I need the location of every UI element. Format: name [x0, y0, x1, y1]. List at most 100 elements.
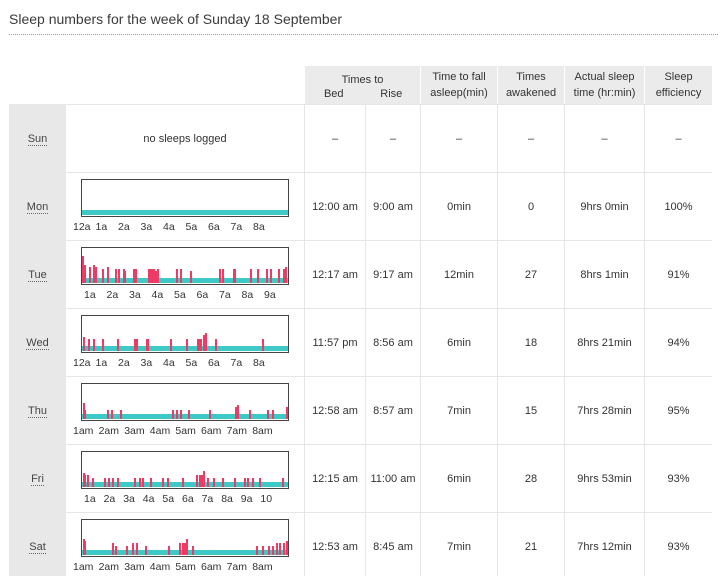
time-to-fall-asleep-cell: 0min [420, 172, 498, 240]
axis-tick-label: 1am [73, 424, 94, 437]
times-awakened-cell: – [497, 104, 565, 172]
header-blank [9, 66, 304, 104]
awake-tick [268, 545, 270, 555]
axis-tick-label: 4am [149, 424, 171, 437]
axis-tick-label: 9a [264, 288, 276, 301]
awake-tick [256, 545, 258, 555]
awake-tick [180, 409, 182, 419]
sleep-chart[interactable]: 12a 1a 2a 3a 4a 5a 6a 7a 8a [66, 310, 298, 376]
awake-tick [186, 538, 188, 555]
day-link[interactable]: Thu [28, 404, 47, 418]
awake-tick [82, 336, 85, 351]
day-cell: Sun [9, 104, 66, 172]
times-awakened-cell: 27 [497, 240, 565, 308]
awake-tick [102, 338, 104, 351]
axis-tick-label: 7a [230, 356, 243, 369]
header-actual-line1: Actual sleep [574, 71, 635, 83]
table-row: Fri 1a 2a 3a 4a 5a 6a 7a 8a 9a 10 12:15 am 11:00 am 6… [9, 444, 713, 512]
awake-tick [111, 409, 113, 419]
time-to-fall-asleep-cell: 6min [420, 308, 498, 376]
sleep-chart[interactable]: 1am 2am 3am 4am 5am 6am 7am 8am [66, 514, 298, 576]
header-actual-sleep: Actual sleep time (hr:min) [564, 66, 645, 104]
rise-time-cell: – [365, 104, 421, 172]
table-row: Mon 12a 1a 2a 3a 4a 5a 6a 7a 8a 12:00 am 9:00 am 0mi… [9, 172, 713, 240]
axis-tick-label: 7a [230, 220, 243, 233]
sleep-chart-frame [81, 518, 289, 557]
axis-tick-label: 3a [129, 288, 141, 301]
axis-tick-label: 7a [219, 288, 231, 301]
awake-tick [87, 474, 89, 487]
time-axis: 1a 2a 3a 4a 5a 6a 7a 8a 9a 10 [66, 493, 298, 507]
sleep-chart[interactable]: 12a 1a 2a 3a 4a 5a 6a 7a 8a [66, 174, 298, 240]
header-times-to: Times to Bed Rise [304, 66, 421, 104]
awake-tick [145, 545, 147, 555]
axis-tick-label: 6a [196, 288, 209, 301]
axis-tick-label: 7a [201, 492, 214, 505]
awake-tick [136, 542, 138, 555]
axis-tick-label: 4a [151, 288, 164, 301]
header-sleep-efficiency: Sleep efficiency [644, 66, 713, 104]
table-row: Wed 12a 1a 2a 3a 4a 5a 6a 7a 8a 11:57 pm 8:56 am 6mi… [9, 308, 713, 376]
actual-sleep-time-cell: 9hrs 53min [564, 444, 645, 512]
awake-tick [276, 542, 278, 555]
awake-tick [126, 545, 128, 555]
sleep-chart-frame [81, 178, 289, 217]
awake-tick [168, 545, 170, 555]
awake-tick [102, 268, 104, 283]
sleep-chart[interactable]: 1a 2a 3a 4a 5a 6a 7a 8a 9a [66, 242, 298, 308]
table-row: Sun no sleeps logged – – – – – – [9, 104, 713, 172]
day-link[interactable]: Wed [26, 336, 49, 350]
day-link[interactable]: Fri [31, 472, 44, 486]
day-link[interactable]: Sat [29, 540, 46, 554]
awake-tick [207, 477, 209, 487]
axis-tick-label: 6am [201, 560, 222, 573]
sleep-chart[interactable]: 1a 2a 3a 4a 5a 6a 7a 8a 9a 10 [66, 446, 298, 512]
awake-tick [83, 409, 86, 419]
awake-tick [112, 477, 114, 487]
sleep-graph-cell: 1a 2a 3a 4a 5a 6a 7a 8a 9a [66, 240, 304, 308]
axis-tick-label: 4a [142, 492, 155, 505]
awake-tick [124, 270, 126, 283]
sleep-graph-cell: 12a 1a 2a 3a 4a 5a 6a 7a 8a [66, 308, 304, 376]
awake-tick [84, 540, 86, 555]
sleep-graph-cell: 12a 1a 2a 3a 4a 5a 6a 7a 8a [66, 172, 304, 240]
axis-tick-label: 5a [174, 288, 186, 301]
axis-tick-label: 12a [73, 356, 91, 369]
awake-tick [142, 477, 144, 487]
time-axis: 1am 2am 3am 4am 5am 6am 7am 8am [66, 561, 298, 575]
actual-sleep-time-cell: 8hrs 1min [564, 240, 645, 308]
axis-tick-label: 3a [123, 492, 135, 505]
bed-time-cell: – [304, 104, 365, 172]
time-to-fall-asleep-cell: – [420, 104, 498, 172]
axis-tick-label: 3am [124, 560, 145, 573]
axis-tick-label: 7am [226, 560, 248, 573]
sleep-chart[interactable]: 1am 2am 3am 4am 5am 6am 7am 8am [66, 378, 298, 444]
awake-tick [200, 338, 202, 351]
rise-time-cell: 11:00 am [365, 444, 421, 512]
axis-tick-label: 8a [253, 220, 265, 233]
axis-tick-label: 12a [73, 220, 91, 233]
awake-tick [282, 477, 284, 487]
axis-tick-label: 8am [252, 424, 273, 437]
rise-time-cell: 9:17 am [365, 240, 421, 308]
awake-tick [203, 470, 205, 487]
actual-sleep-time-cell: 8hrs 21min [564, 308, 645, 376]
awake-tick [94, 266, 97, 283]
awake-tick [244, 477, 246, 487]
axis-tick-label: 4am [149, 560, 171, 573]
axis-tick-label: 4a [163, 220, 175, 233]
axis-tick-label: 5a [185, 356, 198, 369]
awake-tick [147, 338, 149, 351]
awake-tick [286, 406, 288, 419]
axis-tick-label: 6a [208, 220, 220, 233]
day-link[interactable]: Sun [27, 132, 48, 146]
sleep-table: Times to Bed Rise Time to fall asleep(mi… [9, 66, 713, 576]
awake-tick [249, 409, 251, 419]
actual-sleep-time-cell: 7hrs 12min [564, 512, 645, 576]
day-link[interactable]: Tue [28, 268, 47, 282]
axis-tick-label: 1am [73, 560, 94, 573]
axis-tick-label: 5a [162, 492, 175, 505]
awake-tick [250, 268, 252, 283]
day-link[interactable]: Mon [26, 200, 49, 214]
header-rise: Rise [380, 87, 403, 100]
